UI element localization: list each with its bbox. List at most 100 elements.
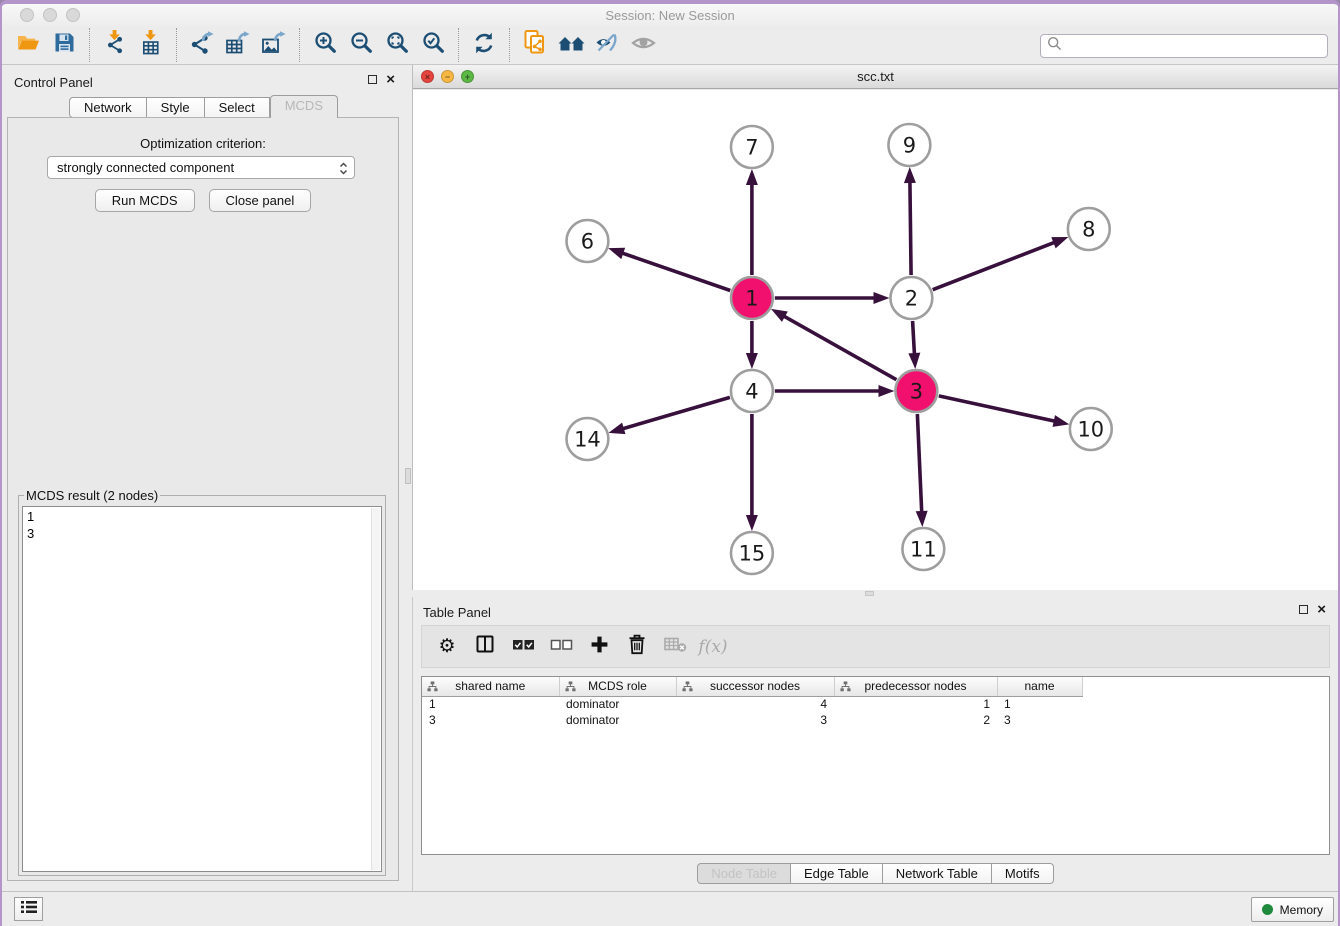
column-header-shared-name[interactable]: shared name [422,677,559,696]
graph-edge-3-11[interactable] [917,414,922,522]
table-panel-tabs: Node TableEdge TableNetwork TableMotifs [413,863,1338,884]
toolbar-separator [89,28,90,62]
create-column-button[interactable] [584,632,614,662]
column-header-successor-nodes[interactable]: successor nodes [676,677,834,696]
show-all-button[interactable] [625,29,661,61]
show-columns-button[interactable] [470,632,500,662]
table-cell[interactable]: dominator [559,696,676,712]
result-scrollbar[interactable] [371,508,380,870]
tab-select[interactable]: Select [205,97,270,118]
zoom-fit-button[interactable] [379,29,415,61]
float-table-panel-icon[interactable] [1299,605,1308,614]
export-network-button[interactable] [184,29,220,61]
memory-button[interactable]: Memory [1251,897,1334,922]
zoom-out-button[interactable] [343,29,379,61]
vertical-splitter[interactable] [405,65,412,891]
refresh-view-button[interactable] [466,29,502,61]
graph-node-label: 1 [745,286,758,310]
zoom-in-button[interactable] [307,29,343,61]
export-table-button[interactable] [220,29,256,61]
run-mcds-button[interactable]: Run MCDS [95,189,195,212]
delete-columns-button[interactable] [622,632,652,662]
criterion-value: strongly connected component [57,160,234,175]
import-network-button[interactable] [97,29,133,61]
table-cell[interactable]: 1 [997,696,1082,712]
table-cell[interactable]: 4 [676,696,834,712]
open-session-button[interactable] [10,29,46,61]
graph-node-label: 2 [905,286,918,310]
node-table-container[interactable]: shared nameMCDS role successor nodes prede… [421,676,1330,855]
column-header-name[interactable]: name [997,677,1082,696]
toolbar-separator [458,28,459,62]
table-cell[interactable]: 3 [676,712,834,728]
close-panel-icon[interactable]: × [386,74,395,85]
unselect-all-columns-button[interactable] [546,632,576,662]
export-image-button[interactable] [256,29,292,61]
column-header-label: name [1024,679,1054,693]
tab-network-table[interactable]: Network Table [883,863,992,884]
select-all-icon [512,637,535,657]
graph-edge-3-1[interactable] [775,311,896,379]
table-toolbar: ⚙ f(x) [421,625,1330,668]
save-icon [54,32,75,58]
close-table-panel-icon[interactable]: × [1317,604,1326,615]
graph-edge-3-10[interactable] [939,396,1065,423]
table-settings-button[interactable]: ⚙ [432,632,462,662]
app-titlebar: Session: New Session [2,4,1338,26]
tab-mcds[interactable]: MCDS [270,95,338,118]
graph-edge-2-9[interactable] [910,172,911,275]
tab-edge-table[interactable]: Edge Table [791,863,883,884]
tab-style[interactable]: Style [147,97,205,118]
vertical-splitter-grip[interactable] [405,468,411,484]
select-all-columns-button[interactable] [508,632,538,662]
save-session-button[interactable] [46,29,82,61]
column-header-predecessor-nodes[interactable]: predecessor nodes [834,677,997,696]
horizontal-splitter-grip[interactable] [865,591,874,596]
hide-selected-button[interactable] [589,29,625,61]
status-bar: Memory [2,891,1338,926]
close-panel-button[interactable]: Close panel [209,189,312,212]
table-cell[interactable]: 1 [834,696,997,712]
list-icon [20,899,38,920]
duplicate-network-button[interactable] [517,29,553,61]
function-builder-button[interactable]: f(x) [698,632,728,662]
table-cell[interactable]: 2 [834,712,997,728]
node-table: shared nameMCDS role successor nodes prede… [422,677,1329,728]
graph-edge-4-14[interactable] [613,397,730,431]
task-history-button[interactable] [14,897,43,921]
table-row[interactable]: 1dominator411 [422,696,1329,712]
select-stepper-icon [338,161,349,179]
first-neighbors-button[interactable] [553,29,589,61]
delete-table-button[interactable] [660,632,690,662]
graph-edge-2-8[interactable] [933,239,1064,290]
search-input[interactable] [1062,35,1327,57]
table-row[interactable]: 3dominator323 [422,712,1329,728]
import-table-button[interactable] [133,29,169,61]
table-cell[interactable]: 1 [422,696,559,712]
column-header-label: successor nodes [710,679,800,693]
network-window-titlebar[interactable]: ×−+ scc.txt [413,65,1338,89]
search-box[interactable] [1040,34,1328,58]
float-panel-icon[interactable] [368,75,377,84]
graph-edge-1-6[interactable] [613,250,730,291]
refresh-icon [473,32,495,59]
mcds-result-box[interactable]: 13 [22,506,382,872]
column-header-MCDS-role[interactable]: MCDS role [559,677,676,696]
horizontal-splitter[interactable] [412,590,1338,597]
criterion-select[interactable]: strongly connected component [47,156,355,179]
table-cell[interactable]: dominator [559,712,676,728]
table-cell[interactable]: 3 [422,712,559,728]
tab-motifs[interactable]: Motifs [992,863,1054,884]
zoom-selected-button[interactable] [415,29,451,61]
export-network-icon [190,31,215,59]
tab-network[interactable]: Network [69,97,147,118]
trash-icon [628,634,646,660]
table-cell[interactable]: 3 [997,712,1082,728]
network-graph: 1234678910111415 [413,90,1338,590]
graph-edge-2-3[interactable] [913,321,915,364]
table-panel-title: Table Panel [423,605,491,620]
network-canvas[interactable]: 1234678910111415 [413,90,1338,590]
mcds-result-value: 3 [27,525,381,542]
control-panel: Control Panel × NetworkStyleSelectMCDS O… [2,65,405,891]
tab-node-table[interactable]: Node Table [697,863,791,884]
